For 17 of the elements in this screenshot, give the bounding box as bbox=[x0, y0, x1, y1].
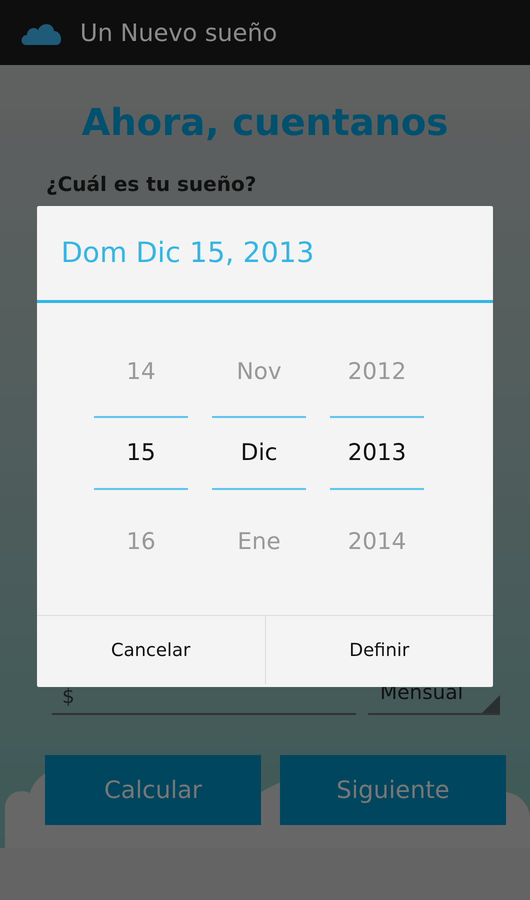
question-label: ¿Cuál es tu sueño? bbox=[46, 170, 258, 198]
picker-value[interactable]: 15 bbox=[94, 416, 188, 490]
dropdown-corner-icon bbox=[482, 694, 500, 712]
picker-value[interactable]: 2013 bbox=[330, 416, 424, 490]
picker-option[interactable]: Ene bbox=[212, 490, 306, 594]
picker-option[interactable]: 2012 bbox=[330, 328, 424, 416]
picker-option[interactable]: Nov bbox=[212, 328, 306, 416]
picker-option[interactable]: 16 bbox=[94, 490, 188, 594]
set-button[interactable]: Definir bbox=[264, 616, 493, 684]
page-heading: Ahora, cuentanos bbox=[80, 100, 450, 146]
next-button[interactable]: Siguiente bbox=[280, 754, 506, 824]
calculate-button[interactable]: Calcular bbox=[45, 754, 261, 824]
picker-option[interactable]: 14 bbox=[94, 328, 188, 416]
picker-value[interactable]: Dic bbox=[212, 416, 306, 490]
app-title: Un Nuevo sueño bbox=[80, 18, 278, 48]
dialog-title: Dom Dic 15, 2013 bbox=[37, 206, 493, 303]
picker-option[interactable]: 2014 bbox=[330, 490, 424, 594]
